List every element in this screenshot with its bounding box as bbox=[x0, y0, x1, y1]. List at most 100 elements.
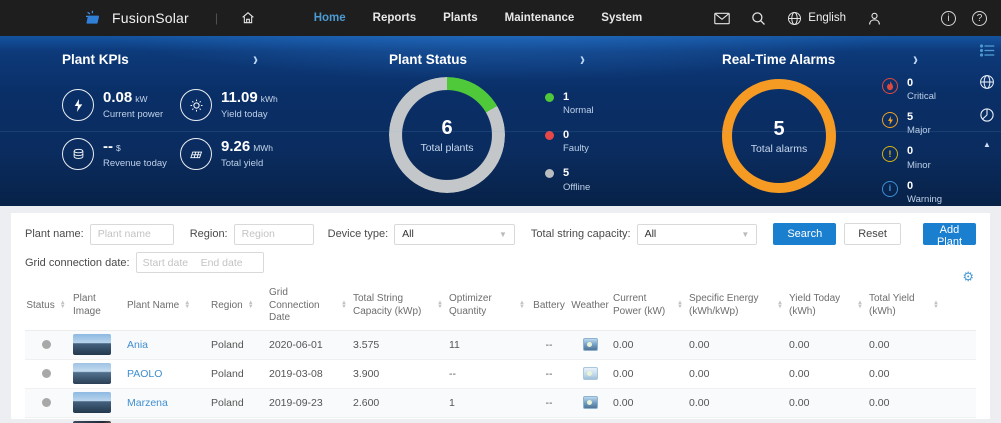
legend-label: Major bbox=[907, 125, 931, 136]
grid-date-range-picker[interactable] bbox=[136, 252, 264, 273]
table-row: MarzenaPoland2019-09-232.6001--0.000.000… bbox=[25, 389, 976, 418]
kpi-current-power: 0.08kW Current power bbox=[62, 89, 180, 121]
total-plants-label: Total plants bbox=[420, 142, 473, 154]
column-header-total-yield[interactable]: Total Yield (kWh)▲▼ bbox=[869, 293, 945, 318]
column-header-current-power[interactable]: Current Power (kW)▲▼ bbox=[613, 293, 689, 318]
plant-image-cell bbox=[73, 334, 127, 355]
search-icon[interactable] bbox=[751, 11, 766, 26]
user-icon[interactable] bbox=[867, 11, 882, 26]
plant-name-link[interactable]: Marzena bbox=[127, 397, 168, 409]
divider: | bbox=[215, 11, 218, 25]
sort-icon[interactable]: ▲▼ bbox=[184, 302, 190, 309]
realtime-alarms-panel: Real-Time Alarms › 5 Total alarms 0 Crit… bbox=[666, 36, 999, 206]
kpi-revenue-today: --$ Revenue today bbox=[62, 138, 180, 170]
device-type-label: Device type: bbox=[328, 228, 389, 240]
legend-value: 0 bbox=[907, 77, 936, 90]
nav-reports[interactable]: Reports bbox=[373, 12, 416, 24]
kpi-unit: kWh bbox=[261, 94, 278, 104]
legend-value: 0 bbox=[907, 180, 942, 193]
column-header-plant-name[interactable]: Plant Name▲▼ bbox=[127, 300, 211, 313]
device-type-select[interactable]: All ▼ bbox=[394, 224, 515, 245]
sort-icon[interactable]: ▲▼ bbox=[60, 302, 66, 309]
column-header-grid-connection-date[interactable]: Grid Connection Date▲▼ bbox=[269, 287, 353, 325]
sort-icon[interactable]: ▲▼ bbox=[437, 302, 443, 309]
grid-connection-date-cell: 2020-06-01 bbox=[269, 339, 353, 351]
legend-value: 0 bbox=[907, 145, 931, 158]
add-plant-button[interactable]: Add Plant bbox=[923, 223, 976, 245]
kpi-yield-today: 11.09kWh Yield today bbox=[180, 89, 298, 121]
sort-icon[interactable]: ▲▼ bbox=[857, 302, 863, 309]
plant-status-panel: Plant Status › 6 Total plants 1 Normal bbox=[333, 36, 666, 206]
plant-thumbnail[interactable] bbox=[73, 363, 111, 384]
column-header-yield-today[interactable]: Yield Today (kWh)▲▼ bbox=[789, 293, 869, 318]
chevron-down-icon: ▼ bbox=[499, 230, 507, 239]
total-plants-value: 6 bbox=[441, 117, 452, 140]
start-date-input[interactable] bbox=[137, 257, 195, 269]
legend-value: 5 bbox=[907, 111, 931, 124]
specific-energy-cell: 0.00 bbox=[689, 397, 789, 409]
legend-label: Normal bbox=[563, 105, 594, 116]
collapse-arrow-icon[interactable]: ▲ bbox=[983, 140, 991, 149]
plant-name-cell: Ania bbox=[127, 339, 211, 351]
lightning-icon bbox=[62, 89, 94, 121]
total-string-capacity-cell: 3.575 bbox=[353, 339, 449, 351]
total-yield-cell: 0.00 bbox=[869, 339, 945, 351]
nav-system[interactable]: System bbox=[601, 12, 642, 24]
plant-thumbnail[interactable] bbox=[73, 392, 111, 413]
total-yield-cell: 0.00 bbox=[869, 368, 945, 380]
plant-name-input[interactable] bbox=[90, 224, 174, 245]
main-nav: Home Reports Plants Maintenance System bbox=[314, 12, 643, 24]
language-switch[interactable]: English bbox=[787, 11, 846, 26]
nav-maintenance[interactable]: Maintenance bbox=[505, 12, 575, 24]
home-icon[interactable] bbox=[240, 10, 256, 26]
status-dot bbox=[42, 398, 51, 407]
top-icon-group: English i ? bbox=[714, 11, 987, 26]
column-header-total-string-capacity[interactable]: Total String Capacity (kWp)▲▼ bbox=[353, 293, 449, 318]
mail-icon[interactable] bbox=[714, 12, 730, 25]
kpi-label: Yield today bbox=[221, 110, 278, 121]
plant-thumbnail[interactable] bbox=[73, 334, 111, 355]
pie-chart-icon[interactable] bbox=[979, 107, 995, 123]
specific-energy-cell: 0.00 bbox=[689, 339, 789, 351]
sort-icon[interactable]: ▲▼ bbox=[341, 302, 347, 309]
info-circle-icon bbox=[882, 181, 898, 197]
column-header-region[interactable]: Region▲▼ bbox=[211, 300, 269, 313]
reset-button[interactable]: Reset bbox=[844, 223, 901, 245]
sort-icon[interactable]: ▲▼ bbox=[933, 302, 939, 309]
region-input[interactable] bbox=[234, 224, 314, 245]
sort-icon[interactable]: ▲▼ bbox=[519, 302, 525, 309]
search-button[interactable]: Search bbox=[773, 223, 836, 245]
plant-name-link[interactable]: Ania bbox=[127, 339, 148, 351]
plant-name-link[interactable]: PAOLO bbox=[127, 368, 162, 380]
help-icon[interactable]: ? bbox=[972, 11, 987, 26]
legend-item-normal: 1 Normal bbox=[545, 91, 594, 116]
kpi-unit: $ bbox=[116, 143, 121, 153]
list-view-icon[interactable] bbox=[980, 44, 995, 57]
sort-icon[interactable]: ▲▼ bbox=[248, 302, 254, 309]
alarms-legend: 0 Critical 5 Major 0 Minor 0 bbox=[882, 77, 942, 205]
capacity-select[interactable]: All ▼ bbox=[637, 224, 758, 245]
column-header-plant-image: Plant Image bbox=[73, 293, 127, 318]
legend-value: 0 bbox=[563, 129, 589, 142]
plant-kpis-title: Plant KPIs bbox=[62, 52, 129, 67]
current-power-cell: 0.00 bbox=[613, 397, 689, 409]
weather-cell bbox=[573, 396, 613, 409]
chevron-right-icon[interactable]: › bbox=[580, 50, 585, 70]
chevron-right-icon[interactable]: › bbox=[253, 50, 258, 70]
sort-icon[interactable]: ▲▼ bbox=[677, 302, 683, 309]
filter-row-1: Plant name: Region: Device type: All ▼ T… bbox=[25, 223, 976, 245]
plant-status-title: Plant Status bbox=[389, 52, 467, 67]
column-settings-gear-icon[interactable] bbox=[962, 269, 974, 285]
nav-plants[interactable]: Plants bbox=[443, 12, 478, 24]
column-header-specific-energy[interactable]: Specific Energy (kWh/kWp)▲▼ bbox=[689, 293, 789, 318]
column-header-optimizer-quantity[interactable]: Optimizer Quantity▲▼ bbox=[449, 293, 531, 318]
chevron-right-icon[interactable]: › bbox=[913, 50, 918, 70]
end-date-input[interactable] bbox=[195, 257, 253, 269]
globe-icon[interactable] bbox=[979, 74, 995, 90]
sort-icon[interactable]: ▲▼ bbox=[777, 302, 783, 309]
info-icon[interactable]: i bbox=[941, 11, 956, 26]
kpi-value: -- bbox=[103, 138, 113, 155]
brand-group: FusionSolar | bbox=[0, 10, 256, 26]
nav-home[interactable]: Home bbox=[314, 12, 346, 24]
column-header-status[interactable]: Status▲▼ bbox=[25, 300, 73, 313]
